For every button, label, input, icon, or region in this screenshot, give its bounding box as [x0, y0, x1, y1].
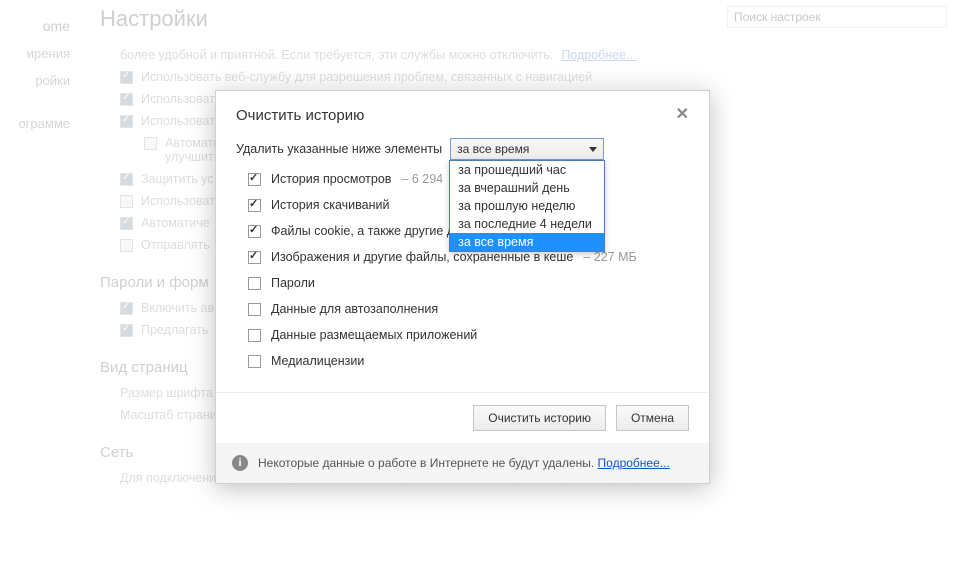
- dropdown-option[interactable]: за прошедший час: [450, 161, 604, 179]
- dropdown-option[interactable]: за последние 4 недели: [450, 215, 604, 233]
- info-icon: i: [232, 455, 248, 471]
- clear-data-option: Данные размещаемых приложений: [248, 328, 689, 342]
- option-label: Пароли: [271, 276, 315, 290]
- clear-data-option: Пароли: [248, 276, 689, 290]
- option-label: Данные размещаемых приложений: [271, 328, 477, 342]
- time-range-value: за все время: [457, 142, 529, 156]
- clear-history-button[interactable]: Очистить историю: [473, 405, 606, 431]
- delete-elements-label: Удалить указанные ниже элементы: [236, 142, 442, 156]
- checkbox[interactable]: [248, 277, 261, 290]
- checkbox[interactable]: [248, 329, 261, 342]
- time-range-select[interactable]: за все время: [450, 138, 604, 160]
- option-label: Медиалицензии: [271, 354, 364, 368]
- dialog-info-bar: i Некоторые данные о работе в Интернете …: [216, 443, 709, 483]
- option-suffix: – 6 294: [401, 172, 443, 186]
- checkbox[interactable]: [248, 199, 261, 212]
- clear-data-option: Медиалицензии: [248, 354, 689, 368]
- dropdown-option[interactable]: за все время: [450, 233, 604, 251]
- cancel-button[interactable]: Отмена: [616, 405, 689, 431]
- checkbox[interactable]: [248, 251, 261, 264]
- option-label: Изображения и другие файлы, сохраненные …: [271, 250, 573, 264]
- checkbox[interactable]: [248, 225, 261, 238]
- dropdown-option[interactable]: за прошлую неделю: [450, 197, 604, 215]
- option-label: История просмотров: [271, 172, 391, 186]
- close-icon[interactable]: ✕: [676, 107, 689, 123]
- clear-data-option: Изображения и другие файлы, сохраненные …: [248, 250, 689, 264]
- time-range-dropdown: за прошедший часза вчерашний деньза прош…: [449, 160, 605, 252]
- chevron-down-icon: [589, 147, 597, 152]
- dropdown-option[interactable]: за вчерашний день: [450, 179, 604, 197]
- clear-data-option: Данные для автозаполнения: [248, 302, 689, 316]
- option-label: Данные для автозаполнения: [271, 302, 438, 316]
- checkbox[interactable]: [248, 173, 261, 186]
- checkbox[interactable]: [248, 355, 261, 368]
- option-label: История скачиваний: [271, 198, 389, 212]
- info-learn-more-link[interactable]: Подробнее...: [598, 456, 670, 470]
- option-suffix: – 227 МБ: [583, 250, 636, 264]
- info-text: Некоторые данные о работе в Интернете не…: [258, 456, 598, 470]
- checkbox[interactable]: [248, 303, 261, 316]
- clear-history-dialog: Очистить историю ✕ Удалить указанные ниж…: [215, 90, 710, 484]
- dialog-title: Очистить историю: [236, 107, 364, 124]
- option-label: Файлы cookie, а также другие д: [271, 224, 454, 238]
